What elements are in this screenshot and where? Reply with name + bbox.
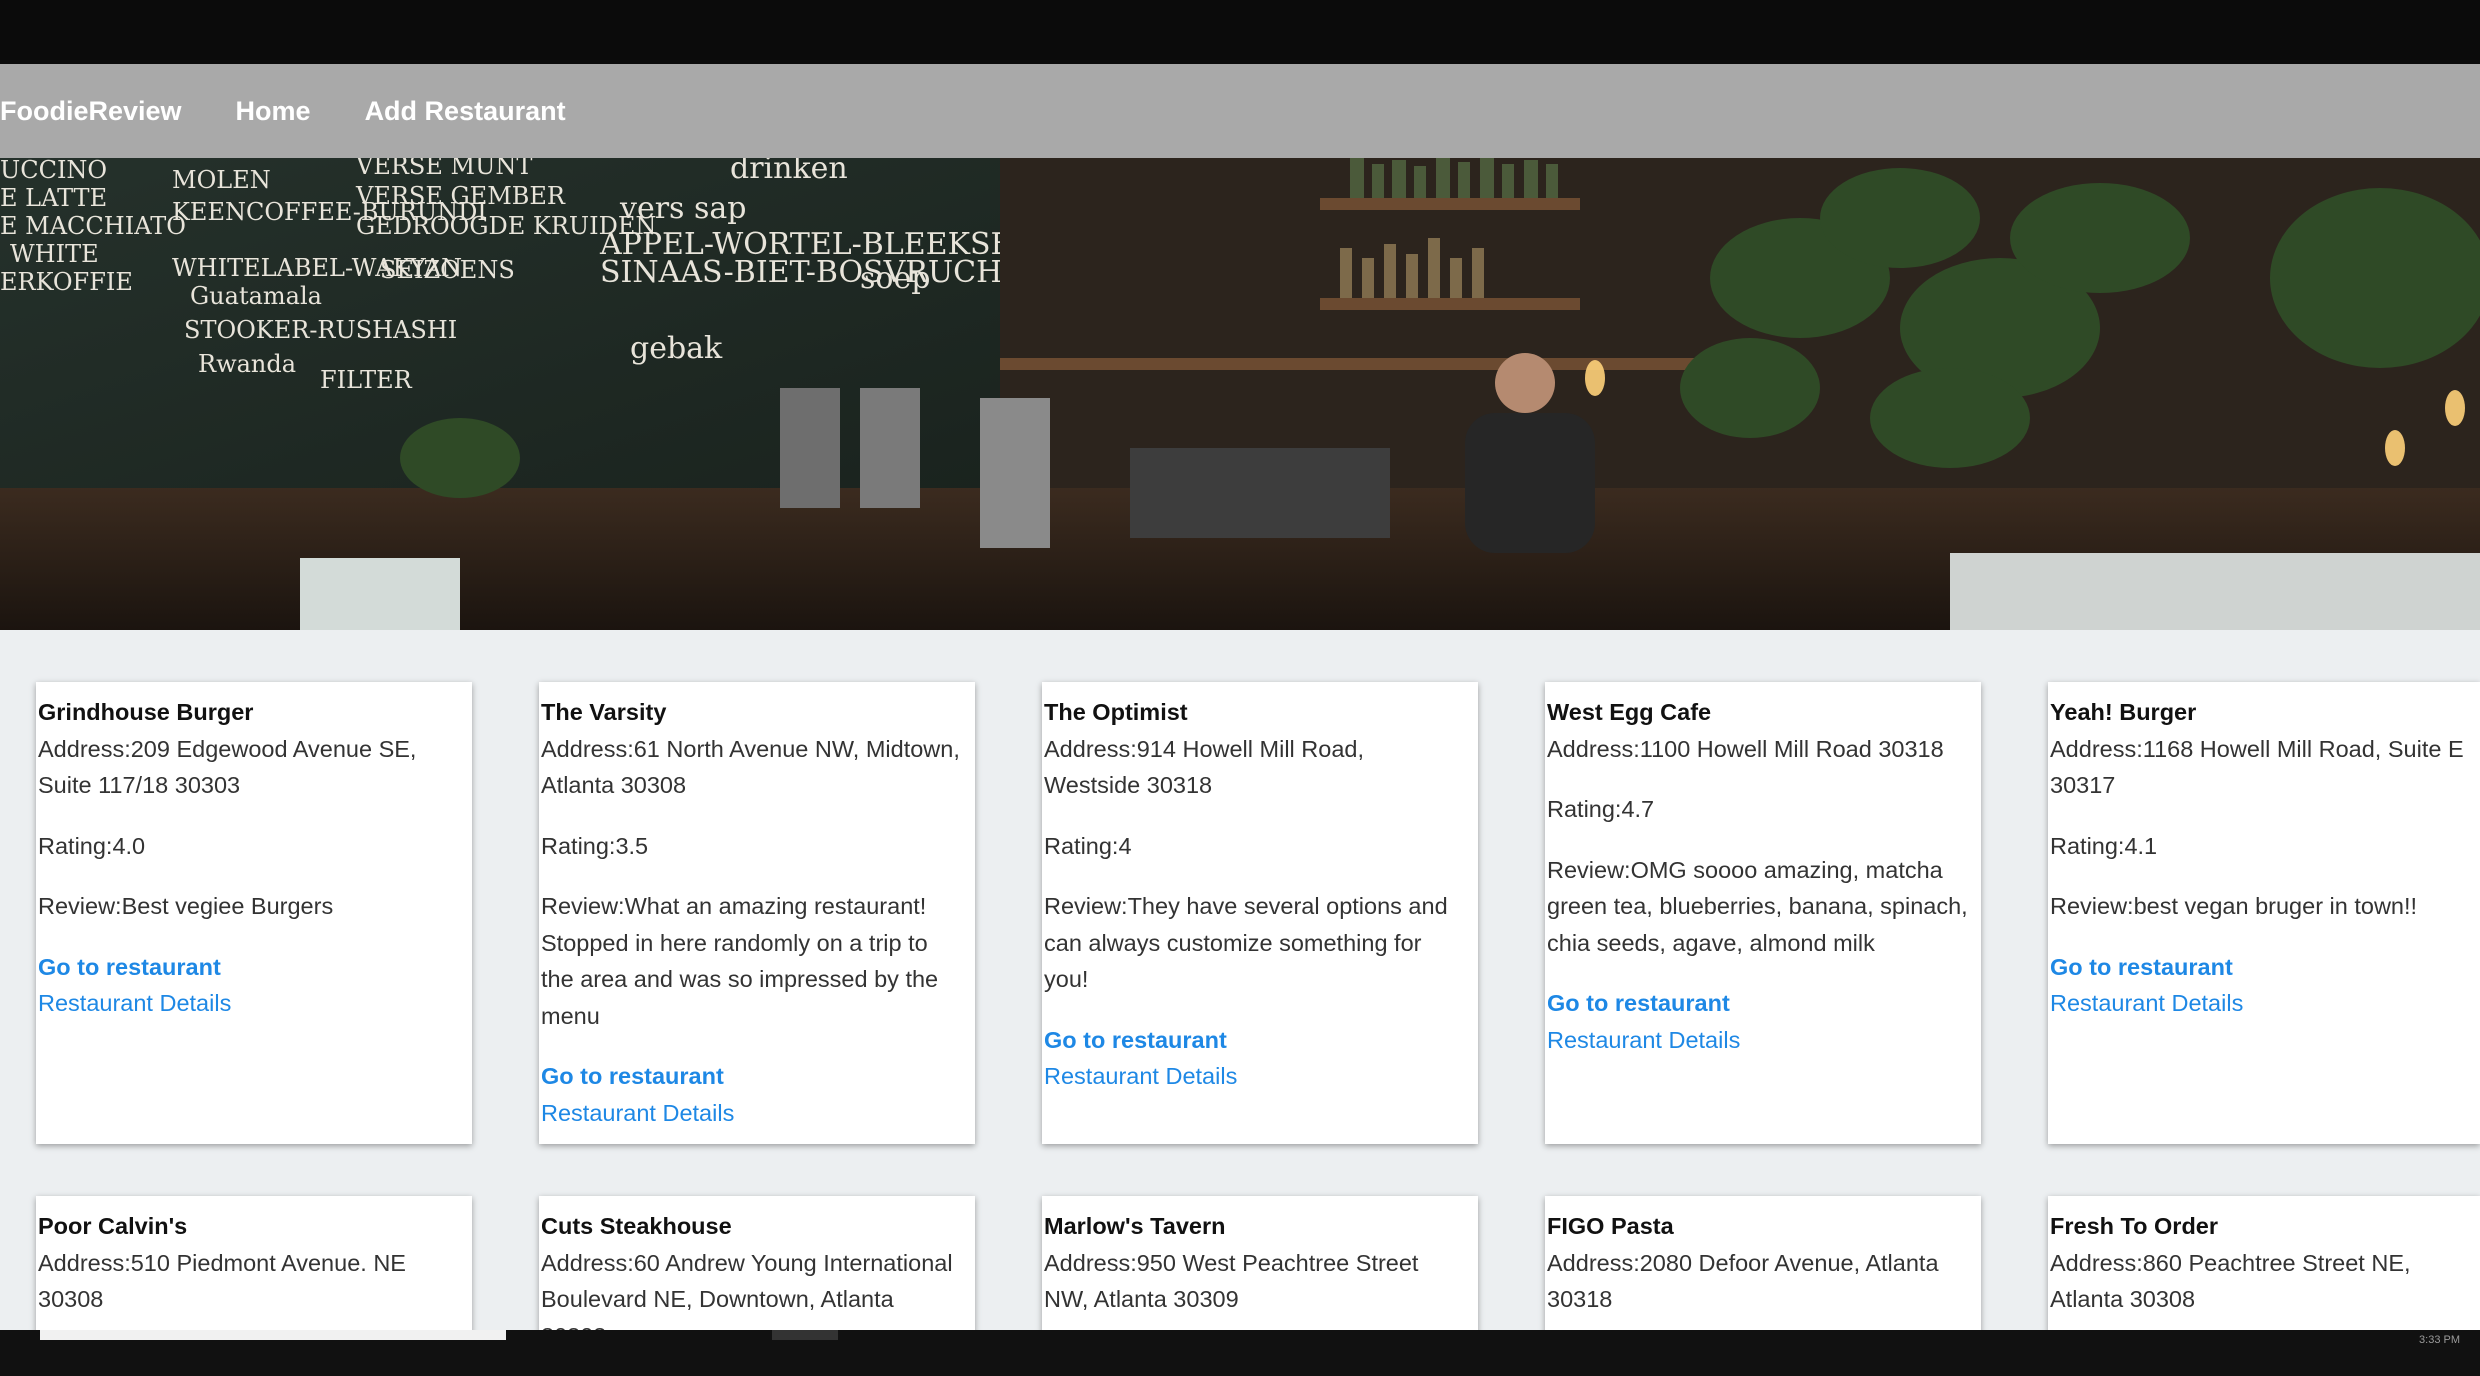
restaurant-details-link[interactable]: Restaurant Details — [1547, 1022, 1979, 1059]
chalkboard-text: WHITE — [10, 240, 99, 268]
browser-top-bar — [0, 0, 2480, 64]
restaurant-card: The Varsity Address:61 North Avenue NW, … — [539, 682, 975, 1144]
restaurant-address: 30318 — [1547, 1286, 1613, 1312]
restaurant-address: Westside 30318 — [1044, 772, 1213, 798]
restaurant-rating: Rating:4 — [1044, 832, 1132, 859]
restaurant-card: West Egg Cafe Address:1100 Howell Mill R… — [1545, 682, 1981, 1144]
go-to-restaurant-link[interactable]: Go to restaurant — [541, 1058, 973, 1095]
chalkboard-text: VERSE GEMBER — [355, 182, 566, 210]
chalkboard-text: soep — [860, 261, 930, 296]
restaurant-address: Address:61 North Avenue NW, Midtown, — [541, 735, 960, 762]
brand-link[interactable]: FoodieReview — [0, 96, 182, 127]
restaurant-rating: Rating:3.5 — [541, 832, 649, 859]
restaurant-address: Address:2080 Defoor Avenue, Atlanta — [1547, 1249, 1939, 1276]
restaurant-address: Address:60 Andrew Young International — [541, 1249, 953, 1276]
restaurant-rating: Rating:4.0 — [38, 832, 146, 859]
restaurant-address: Address:914 Howell Mill Road, — [1044, 735, 1365, 762]
restaurant-name: Yeah! Burger — [2050, 699, 2197, 725]
restaurant-name: The Varsity — [541, 699, 667, 725]
navbar: FoodieReview Home Add Restaurant — [0, 64, 2480, 158]
restaurant-address: Address:510 Piedmont Avenue. NE — [38, 1249, 406, 1276]
restaurant-list: Grindhouse Burger Address:209 Edgewood A… — [0, 630, 2480, 1330]
restaurant-address: Atlanta 30308 — [2050, 1286, 2196, 1312]
chalkboard-text: drinken — [730, 158, 848, 186]
restaurant-review: can always customize something for — [1044, 929, 1422, 956]
restaurant-review: menu — [541, 1002, 600, 1029]
chalkboard-text: MOLEN — [172, 166, 271, 194]
restaurant-review: green tea, blueberries, banana, spinach, — [1547, 893, 1968, 919]
go-to-restaurant-link[interactable]: Go to restaurant — [1044, 1022, 1476, 1059]
restaurant-address: Boulevard NE, Downtown, Atlanta — [541, 1286, 894, 1312]
restaurant-address: Atlanta 30308 — [541, 772, 687, 798]
chalkboard-text: Guatamala — [190, 282, 322, 310]
chalkboard-text: vers sap — [619, 191, 746, 226]
restaurant-details-link[interactable]: Restaurant Details — [541, 1095, 973, 1132]
restaurant-card: Cuts Steakhouse Address:60 Andrew Young … — [539, 1196, 975, 1330]
chalkboard-text: ERKOFFIE — [0, 268, 133, 296]
restaurant-address: Address:1100 Howell Mill Road 30318 — [1547, 735, 1944, 762]
restaurant-card: Fresh To Order Address:860 Peachtree Str… — [2048, 1196, 2480, 1330]
taskbar-item[interactable] — [772, 1330, 838, 1340]
chalkboard-text: SEIZOENS — [380, 256, 515, 284]
restaurant-address: NW, Atlanta 30309 — [1044, 1286, 1239, 1312]
restaurant-name: The Optimist — [1044, 699, 1188, 725]
restaurant-address: Address:1168 Howell Mill Road, Suite E — [2050, 735, 2464, 762]
restaurant-card: Yeah! Burger Address:1168 Howell Mill Ro… — [2048, 682, 2480, 1144]
restaurant-address: Address:950 West Peachtree Street — [1044, 1249, 1419, 1276]
restaurant-card: The Optimist Address:914 Howell Mill Roa… — [1042, 682, 1478, 1144]
restaurant-address: 30308 — [38, 1286, 104, 1312]
nav-home-link[interactable]: Home — [236, 96, 311, 127]
chalkboard-text: SINAAS-BIET-BOSVRUCHT — [600, 255, 1022, 290]
restaurant-name: Poor Calvin's — [38, 1213, 188, 1239]
taskbar-clock: 3:33 PM — [2419, 1334, 2460, 1346]
restaurant-name: West Egg Cafe — [1547, 699, 1712, 725]
restaurant-name: Fresh To Order — [2050, 1213, 2219, 1239]
restaurant-address: Address:209 Edgewood Avenue SE, — [38, 735, 417, 762]
restaurant-details-link[interactable]: Restaurant Details — [38, 985, 470, 1022]
restaurant-review: Review:best vegan bruger in town!! — [2050, 893, 2418, 919]
chalkboard-text: Rwanda — [198, 350, 296, 378]
restaurant-details-link[interactable]: Restaurant Details — [1044, 1058, 1476, 1095]
restaurant-details-link[interactable]: Restaurant Details — [2050, 985, 2478, 1022]
go-to-restaurant-link[interactable]: Go to restaurant — [1547, 985, 1979, 1022]
chalkboard-text: FILTER — [320, 366, 413, 394]
nav-add-restaurant-link[interactable]: Add Restaurant — [365, 96, 566, 127]
restaurant-card: Marlow's Tavern Address:950 West Peachtr… — [1042, 1196, 1478, 1330]
restaurant-review: Stopped in here randomly on a trip to — [541, 929, 928, 956]
restaurant-name: Marlow's Tavern — [1044, 1213, 1226, 1239]
chalkboard-text: VERSE MUNT — [355, 158, 532, 180]
horizontal-scrollbar-thumb[interactable] — [40, 1330, 506, 1340]
restaurant-address: 30317 — [2050, 772, 2116, 798]
restaurant-review: chia seeds, agave, almond milk — [1547, 929, 1875, 956]
restaurant-address: 30303 — [541, 1318, 973, 1331]
restaurant-review: Review:Best vegiee Burgers — [38, 893, 334, 919]
go-to-restaurant-link[interactable]: Go to restaurant — [38, 949, 470, 986]
restaurant-address: Suite 117/18 30303 — [38, 772, 241, 798]
restaurant-rating: Rating:4.1 — [2050, 832, 2158, 859]
restaurant-card: FIGO Pasta Address:2080 Defoor Avenue, A… — [1545, 1196, 1981, 1330]
hero-banner-image: UCCINO E LATTE E MACCHIATO WHITE ERKOFFIE MOL… — [0, 158, 2480, 630]
restaurant-rating: Rating:4.7 — [1547, 796, 1655, 822]
chalkboard-text: E MACCHIATO — [0, 212, 186, 240]
chalkboard-text: UCCINO — [0, 158, 107, 184]
restaurant-review: Review:OMG soooo amazing, matcha — [1547, 856, 1943, 883]
restaurant-name: Cuts Steakhouse — [541, 1213, 732, 1239]
go-to-restaurant-link[interactable]: Go to restaurant — [2050, 949, 2478, 986]
restaurant-address: Address:860 Peachtree Street NE, — [2050, 1249, 2411, 1276]
restaurant-name: Grindhouse Burger — [38, 699, 254, 725]
restaurant-review: Review:What an amazing restaurant! — [541, 893, 927, 919]
restaurant-name: FIGO Pasta — [1547, 1213, 1674, 1239]
restaurant-review: the area and was so impressed by the — [541, 966, 939, 992]
restaurant-card: Poor Calvin's Address:510 Piedmont Avenu… — [36, 1196, 472, 1330]
cafe-illustration: UCCINOE LATTEE MACCHIATOWHITEERKOFFIE MOL… — [0, 158, 2480, 630]
restaurant-card: Grindhouse Burger Address:209 Edgewood A… — [36, 682, 472, 1144]
chalkboard-text: gebak — [630, 331, 723, 366]
restaurant-review: Review:They have several options and — [1044, 893, 1448, 919]
restaurant-review: you! — [1044, 966, 1089, 992]
chalkboard-text: STOOKER-RUSHASHI — [184, 316, 457, 344]
chalkboard-text: E LATTE — [0, 184, 107, 212]
